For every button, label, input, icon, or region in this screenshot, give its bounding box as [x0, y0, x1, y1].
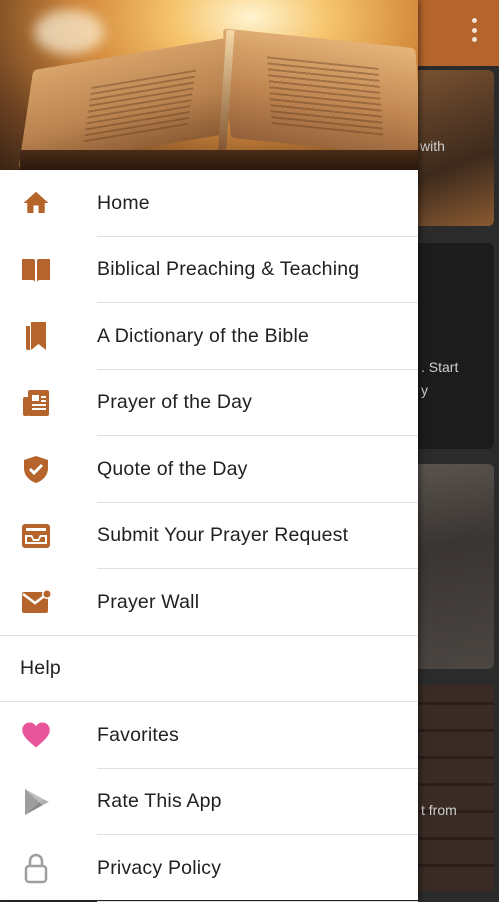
- play-store-icon: [20, 786, 52, 818]
- menu-item-rate-app[interactable]: Rate This App: [0, 769, 418, 835]
- mail-badge-icon: [20, 586, 52, 618]
- content-card[interactable]: [410, 685, 494, 891]
- card-snippet: t from: [421, 802, 457, 818]
- bookmark-book-icon: [20, 320, 52, 352]
- drawer-menu: Home Biblical Preaching & Teaching A Dic…: [0, 170, 418, 902]
- menu-item-quote-of-the-day[interactable]: Quote of the Day: [0, 436, 418, 503]
- shield-check-icon: [20, 453, 52, 485]
- lock-icon: [20, 852, 52, 884]
- open-book-icon: [20, 254, 52, 286]
- menu-item-label: Prayer Wall: [97, 590, 200, 613]
- menu-item-label: Prayer of the Day: [97, 391, 253, 414]
- menu-item-label: A Dictionary of the Bible: [97, 324, 310, 347]
- menu-item-label: Submit Your Prayer Request: [97, 524, 349, 547]
- card-snippet: y: [421, 382, 428, 398]
- home-icon: [20, 187, 52, 219]
- heart-icon: [20, 719, 52, 751]
- menu-item-label: Favorites: [97, 723, 179, 746]
- section-header-help: Help: [0, 636, 418, 702]
- menu-item-favorites[interactable]: Favorites: [0, 702, 418, 769]
- overflow-menu-icon[interactable]: [462, 14, 486, 46]
- content-card[interactable]: [410, 243, 494, 449]
- navigation-drawer: Home Biblical Preaching & Teaching A Dic…: [0, 0, 418, 902]
- menu-item-label: Biblical Preaching & Teaching: [97, 258, 360, 281]
- menu-item-biblical-preaching[interactable]: Biblical Preaching & Teaching: [0, 237, 418, 303]
- section-title: Help: [20, 657, 61, 680]
- menu-item-dictionary[interactable]: A Dictionary of the Bible: [0, 303, 418, 370]
- menu-item-prayer-wall[interactable]: Prayer Wall: [0, 569, 418, 636]
- inbox-tray-icon: [20, 520, 52, 552]
- menu-item-submit-prayer-request[interactable]: Submit Your Prayer Request: [0, 503, 418, 569]
- content-card[interactable]: [410, 464, 494, 669]
- card-snippet: with: [420, 138, 445, 154]
- newspaper-icon: [20, 387, 52, 419]
- menu-item-privacy-policy[interactable]: Privacy Policy: [0, 835, 418, 902]
- menu-item-prayer-of-the-day[interactable]: Prayer of the Day: [0, 370, 418, 436]
- menu-item-label: Quote of the Day: [97, 457, 248, 480]
- menu-item-home[interactable]: Home: [0, 170, 418, 237]
- menu-item-label: Privacy Policy: [97, 856, 222, 879]
- card-snippet: . Start: [421, 359, 459, 375]
- drawer-header-image: [0, 0, 418, 170]
- menu-item-label: Home: [97, 191, 150, 214]
- menu-item-label: Rate This App: [97, 790, 222, 813]
